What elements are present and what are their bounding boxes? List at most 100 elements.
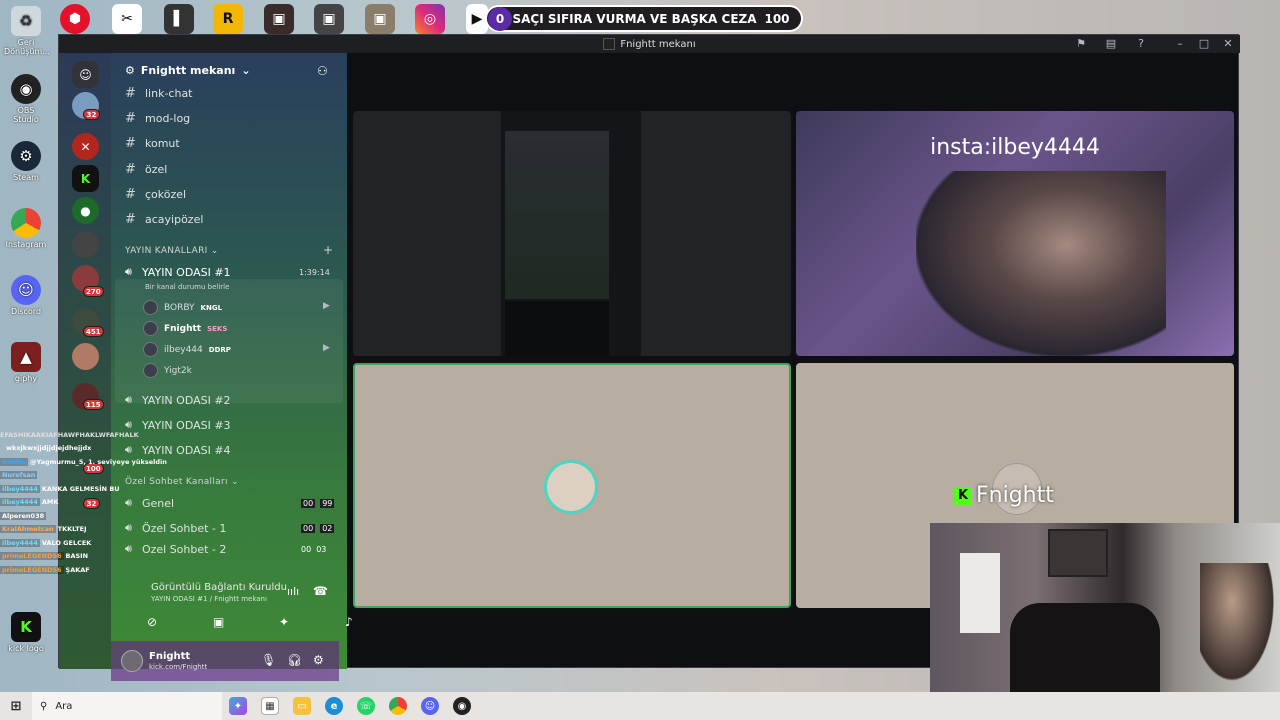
rockstar-icon[interactable]: R [213, 4, 243, 34]
voice-user[interactable]: ilbey444 DDRP [143, 342, 231, 357]
help-icon[interactable]: ? [1133, 38, 1149, 50]
whatsapp-icon[interactable]: ☏ [357, 697, 375, 715]
hash-icon: # [125, 162, 136, 177]
copilot-icon[interactable]: ✦ [229, 697, 247, 715]
server-icon-5[interactable] [72, 231, 99, 258]
activities-icon[interactable]: ✦ [279, 615, 289, 629]
channel-acayipozel[interactable]: # acayipözel [125, 212, 203, 227]
wall-photo [1048, 529, 1108, 577]
store-icon[interactable]: ▦ [261, 697, 279, 715]
chrome-icon[interactable] [389, 697, 407, 715]
stream-tile-ilbey[interactable]: insta:ilbey4444 [796, 111, 1234, 356]
voice-user[interactable]: BORBY KNGL [143, 300, 222, 315]
voice-timer: 1:39:14 [299, 268, 330, 277]
disconnect-icon[interactable]: ☎ [313, 584, 328, 598]
voice-channel-2[interactable]: 🔊︎ YAYIN ODASI #2 [125, 393, 231, 407]
minimize-button[interactable]: – [1172, 38, 1188, 50]
server-icon-4[interactable]: ● [72, 197, 99, 224]
discord-home-icon[interactable]: ☺ [72, 61, 99, 88]
voice-user[interactable]: Yigt2k [143, 363, 192, 378]
kick-server-icon[interactable]: K [72, 165, 99, 192]
avatar[interactable] [121, 650, 143, 672]
phone-screen [505, 131, 609, 299]
voice-user[interactable]: Fnightt SEKS [143, 321, 227, 336]
chat-line: Alperen038 [0, 511, 47, 520]
avatar [143, 363, 158, 378]
chat-line: ilbey4444 VALO GELCEK [0, 538, 92, 547]
kick-icon: K [11, 612, 41, 642]
close-button[interactable]: ✕ [1220, 38, 1236, 50]
microphone-icon[interactable]: 🎙︎ [261, 653, 276, 667]
channel-mod-log[interactable]: # mod-log [125, 111, 190, 126]
category-stream[interactable]: YAYIN KANALLARI ⌄ [125, 246, 219, 256]
shared-screen-content [501, 111, 641, 356]
jersey [960, 553, 1000, 633]
camera-icon: ▶ [323, 343, 330, 353]
camera-off-icon[interactable]: ⊘ [147, 615, 157, 629]
capcut-icon[interactable]: ✂ [112, 4, 142, 34]
noise-suppression-icon[interactable]: ıılı [287, 585, 299, 598]
speaker-icon: 🔊︎ [125, 393, 132, 406]
screen-share-icon[interactable]: ▣ [213, 615, 224, 629]
obs-icon[interactable]: ◉ [453, 697, 471, 715]
add-member-icon[interactable]: ⚇ [317, 64, 328, 78]
speaker-icon: 🔊︎ [125, 265, 132, 278]
user-count: 00 99 [301, 499, 335, 508]
server-icon-8[interactable] [72, 343, 99, 370]
app-icon-red[interactable]: ⬢ [60, 4, 90, 34]
server-header[interactable]: ⚙ Fnightt mekanı ⌄ [125, 64, 251, 77]
camera-icon: ▶ [323, 301, 330, 311]
user-status: kick.com/Fnightt [149, 663, 208, 671]
voice-status[interactable]: Bir kanal durumu belirle [145, 283, 229, 291]
chevron-down-icon: ⌄ [210, 246, 219, 256]
voice-channel-active[interactable]: 🔊︎ YAYIN ODASI #1 [125, 265, 231, 279]
desktop-icon-giphy[interactable]: ▲ giphy [4, 342, 48, 383]
maximize-button[interactable]: □ [1196, 38, 1212, 50]
chat-line: BotRix @Yagmurmu_5, 1. seviyeye yükseldin [0, 457, 167, 466]
taskbar-search-input[interactable]: ⚲ Ara [32, 692, 222, 720]
hash-icon: # [125, 187, 136, 202]
desktop-icon-discord[interactable]: ☺ Discord [4, 275, 48, 316]
desktop-icon-kick[interactable]: K kick logo [4, 612, 48, 653]
windows-start-icon[interactable]: ⊞ [7, 697, 25, 715]
discord-icon[interactable]: ☺ [421, 697, 439, 715]
channel-komut[interactable]: # komut [125, 136, 180, 151]
app-icon-thumb-c[interactable]: ▣ [365, 4, 395, 34]
hash-icon: # [125, 136, 136, 151]
desktop-icon-steam[interactable]: ⚙ Steam [4, 141, 48, 182]
kick-name-label: K Fnightt [954, 483, 1054, 508]
headphones-icon[interactable]: 🎧︎ [287, 653, 302, 667]
desktop-icon-instagram[interactable]: Instagram [4, 208, 48, 249]
flag-icon[interactable]: ⚑ [1073, 38, 1089, 50]
desktop-icon-recycle-bin[interactable]: ♻ Geri Dönüşüm... [4, 6, 50, 56]
mention-badge: 270 [83, 286, 104, 297]
soundboard-icon[interactable]: ♪ [345, 615, 353, 629]
edge-icon[interactable]: e [325, 697, 343, 715]
phone-bottom [505, 301, 609, 356]
server-icon-2[interactable]: ✕ [72, 133, 99, 160]
user-panel: Fnightt kick.com/Fnightt 🎙︎ 🎧︎ ⚙ [111, 641, 339, 681]
app-icon-dark[interactable]: ▌ [164, 4, 194, 34]
add-channel-icon[interactable]: + [323, 243, 333, 257]
stream-tile-avatar[interactable] [353, 363, 791, 608]
file-explorer-icon[interactable]: ▭ [293, 697, 311, 715]
bet-progress-bar: 0 SAÇI SIFIRA VURMA VE BAŞKA CEZA 100 [485, 5, 803, 32]
avatar [143, 321, 158, 336]
channel-ozel[interactable]: # özel [125, 162, 167, 177]
obs-icon: ◉ [11, 74, 41, 104]
channel-cokozel[interactable]: # çoközel [125, 187, 186, 202]
instagram-icon[interactable]: ◎ [415, 4, 445, 34]
app-icon-thumb-a[interactable]: ▣ [264, 4, 294, 34]
desktop-icon-obs[interactable]: ◉ OBS Studio [4, 74, 48, 124]
gear-icon[interactable]: ⚙ [313, 653, 324, 667]
inbox-icon[interactable]: ▤ [1103, 38, 1119, 50]
voice-channel-path: YAYIN ODASI #1 / Fnightt mekanı [151, 595, 267, 603]
chevron-down-icon: ⌄ [230, 477, 239, 487]
title-bar: Fnightt mekanı ⚑ ▤ ? – □ ✕ [59, 35, 1240, 53]
channel-link-chat[interactable]: # link-chat [125, 86, 193, 101]
camera-person [916, 171, 1166, 356]
app-icon-thumb-b[interactable]: ▣ [314, 4, 344, 34]
stream-tile-screen-share[interactable] [353, 111, 791, 356]
bet-text: SAÇI SIFIRA VURMA VE BAŞKA CEZA [512, 11, 757, 26]
participant-avatar [544, 460, 598, 514]
